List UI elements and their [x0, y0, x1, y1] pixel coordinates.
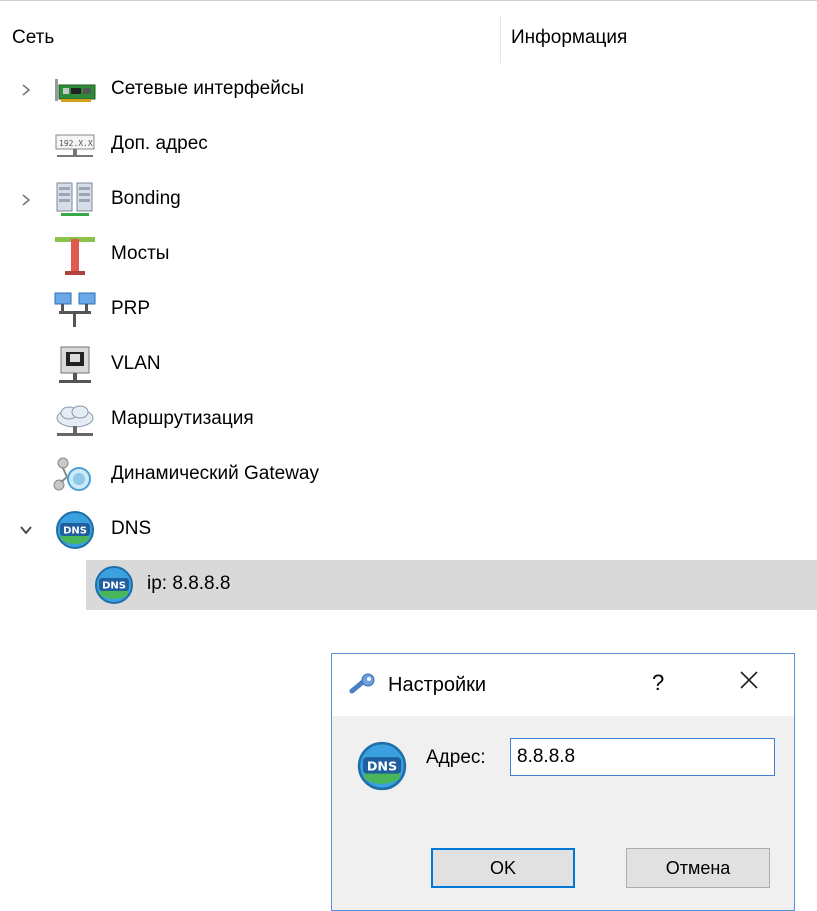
address-input[interactable]	[510, 738, 775, 776]
tree-item-label: DNS	[111, 518, 152, 539]
ok-button[interactable]: OK	[431, 848, 575, 888]
column-header-info[interactable]: Информация	[511, 27, 627, 49]
chevron-right-icon[interactable]	[18, 192, 34, 208]
settings-wrench-icon	[349, 673, 375, 694]
tree-header: Сеть Информация	[0, 0, 817, 63]
bonding-servers-icon	[56, 182, 93, 216]
help-button[interactable]: ?	[652, 670, 664, 696]
tree-item-vlan[interactable]: VLAN	[0, 340, 817, 390]
tree-item-label: Мосты	[111, 243, 170, 264]
tree-item-dns-ip[interactable]: DNS ip: 8.8.8.8	[86, 560, 817, 610]
cancel-button[interactable]: Отмена	[626, 848, 770, 888]
tree-item-dns[interactable]: DNS DNS	[0, 505, 817, 555]
svg-text:DNS: DNS	[63, 526, 87, 537]
svg-text:192.X.X: 192.X.X	[59, 139, 93, 148]
tree-item-label: Маршрутизация	[111, 408, 254, 429]
tree-item-label: Динамический Gateway	[111, 463, 319, 484]
dialog-titlebar[interactable]: Настройки ?	[332, 654, 794, 716]
column-separator[interactable]	[500, 15, 501, 63]
column-header-network[interactable]: Сеть	[12, 27, 54, 49]
ip-address-icon: 192.X.X	[55, 134, 95, 157]
chevron-down-icon[interactable]	[18, 522, 34, 538]
tree-item-bridges[interactable]: Мосты	[0, 230, 817, 280]
tree-item-label: Bonding	[111, 188, 181, 209]
svg-text:DNS: DNS	[367, 758, 397, 773]
network-card-icon	[55, 79, 96, 102]
tree-item-bonding[interactable]: Bonding	[0, 175, 817, 225]
tree-item-label: Доп. адрес	[111, 133, 208, 154]
tree-item-network-interfaces[interactable]: Сетевые интерфейсы	[0, 65, 817, 115]
vlan-icon	[59, 346, 91, 383]
dns-globe-icon: DNS	[357, 741, 407, 791]
routing-cloud-icon	[56, 405, 94, 436]
tree-item-prp[interactable]: PRP	[0, 285, 817, 335]
chevron-right-icon[interactable]	[18, 82, 34, 98]
prp-network-icon	[54, 292, 96, 327]
tree-item-label: ip: 8.8.8.8	[147, 573, 231, 594]
tree-item-label: VLAN	[111, 353, 161, 374]
bridge-icon	[55, 237, 95, 275]
address-label: Адрес:	[426, 747, 486, 768]
close-icon[interactable]	[737, 668, 761, 692]
dns-globe-icon: DNS	[56, 511, 94, 549]
tree-item-additional-address[interactable]: 192.X.X Доп. адрес	[0, 120, 817, 170]
svg-text:DNS: DNS	[102, 581, 126, 592]
settings-dialog: Настройки ? DNS Адрес: OK Отмена	[331, 653, 795, 911]
dynamic-gateway-icon	[53, 457, 91, 491]
dialog-title: Настройки	[388, 674, 487, 696]
tree-item-dynamic-gateway[interactable]: Динамический Gateway	[0, 450, 817, 500]
tree-item-label: Сетевые интерфейсы	[111, 78, 305, 99]
tree-item-label: PRP	[111, 298, 151, 319]
dns-globe-icon: DNS	[95, 566, 133, 604]
tree-item-routing[interactable]: Маршрутизация	[0, 395, 817, 445]
